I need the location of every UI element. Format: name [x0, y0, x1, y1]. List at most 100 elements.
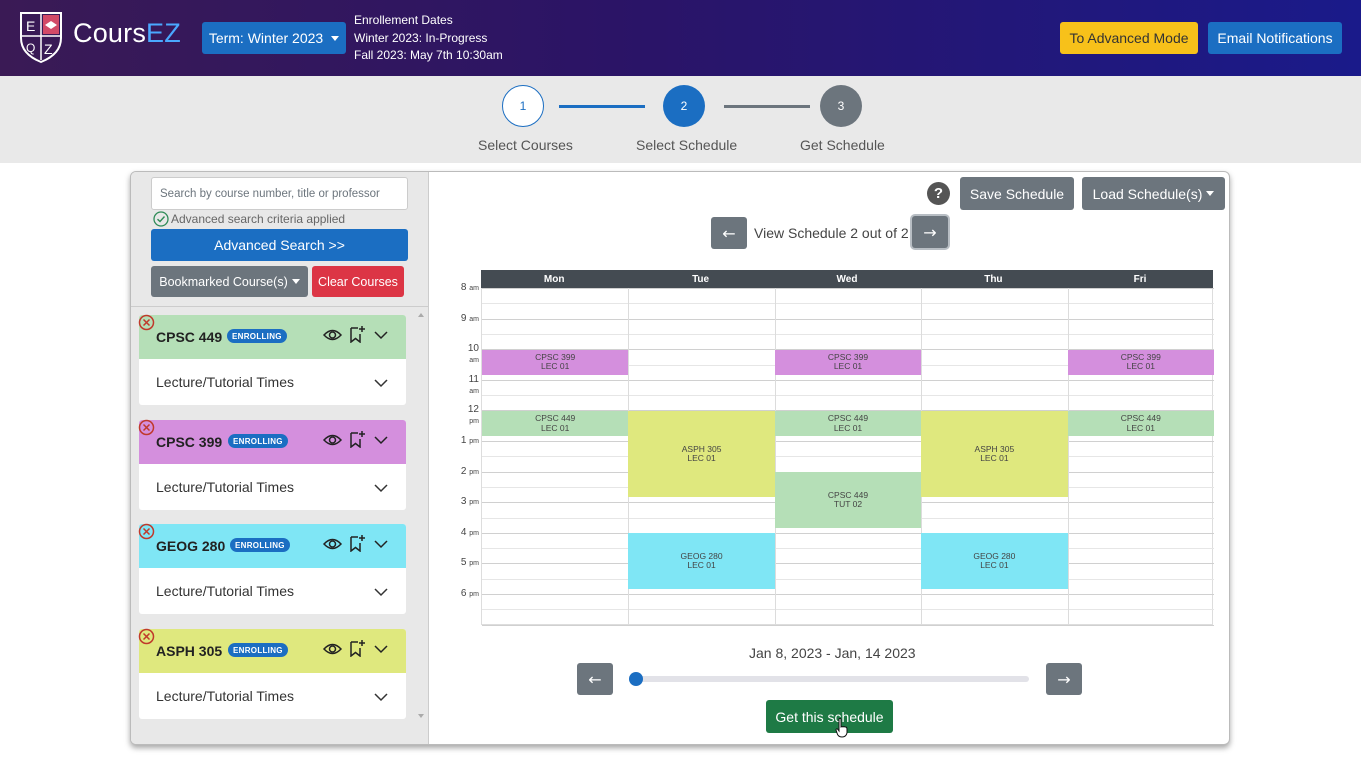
bookmark-add-icon[interactable] [349, 534, 365, 552]
schedule-event[interactable]: ASPH 305 LEC 01 [921, 410, 1068, 498]
step-1-label: Select Courses [478, 137, 573, 153]
schedule-event[interactable]: ASPH 305 LEC 01 [628, 410, 775, 498]
chevron-down-icon[interactable] [373, 643, 389, 655]
chevron-down-icon[interactable] [373, 329, 389, 341]
grid-line [482, 395, 1214, 397]
load-schedules-button[interactable]: Load Schedule(s) [1082, 177, 1225, 210]
event-section: TUT 02 [833, 499, 863, 510]
bookmark-add-icon[interactable] [349, 325, 365, 343]
week-slider-track[interactable] [629, 676, 1029, 682]
week-slider-thumb[interactable] [629, 672, 643, 686]
get-schedule-button[interactable]: Get this schedule [766, 700, 893, 733]
email-notifications-button[interactable]: Email Notifications [1208, 22, 1342, 54]
eye-icon[interactable] [323, 327, 342, 343]
clear-courses-button[interactable]: Clear Courses [312, 266, 404, 297]
schedule-event[interactable]: CPSC 399 LEC 01 [1067, 349, 1214, 376]
prev-schedule-button[interactable]: ← [711, 217, 747, 249]
step-3-circle[interactable]: 3 [820, 85, 862, 127]
lecture-times-label: Lecture/Tutorial Times [156, 583, 294, 599]
logo-letter-e: E [26, 18, 35, 34]
grid-line [482, 532, 1214, 534]
remove-course-icon[interactable] [138, 628, 155, 645]
chevron-down-icon[interactable] [373, 691, 389, 703]
remove-course-icon[interactable] [138, 419, 155, 436]
grid-column-line [774, 288, 776, 625]
remove-course-icon[interactable] [138, 314, 155, 331]
course-card: CPSC 399 ENROLLING Lecture/Tutorial Time… [138, 419, 406, 510]
schedule-event[interactable]: GEOG 280 LEC 01 [628, 533, 775, 590]
course-list-scrollbar[interactable] [415, 307, 427, 744]
scroll-up-icon[interactable] [418, 313, 424, 317]
lecture-times-label: Lecture/Tutorial Times [156, 688, 294, 704]
schedule-event[interactable]: GEOG 280 LEC 01 [921, 533, 1068, 590]
hour-number: 8 [460, 282, 467, 293]
logo-letter-z: Z [44, 41, 53, 57]
advanced-mode-button[interactable]: To Advanced Mode [1060, 22, 1198, 54]
advanced-search-button[interactable]: Advanced Search >> [151, 229, 408, 261]
grid-line [482, 288, 1214, 289]
course-card-header[interactable]: CPSC 399 ENROLLING [138, 419, 406, 464]
course-card-header[interactable]: CPSC 449 ENROLLING [138, 314, 406, 359]
lecture-times-toggle[interactable]: Lecture/Tutorial Times [139, 568, 406, 614]
lecture-times-toggle[interactable]: Lecture/Tutorial Times [139, 359, 406, 405]
event-section: LEC 01 [687, 453, 716, 464]
hour-label: 4 pm [457, 527, 479, 538]
schedule-event[interactable]: CPSC 449 LEC 01 [1067, 410, 1214, 437]
event-section: LEC 01 [980, 453, 1009, 464]
bookmarked-courses-button[interactable]: Bookmarked Course(s) [151, 266, 308, 297]
help-icon[interactable]: ? [927, 182, 950, 205]
schedule-event[interactable]: CPSC 449 LEC 01 [482, 410, 629, 437]
schedule-event[interactable]: CPSC 399 LEC 01 [482, 349, 629, 376]
hour-label: 9 am [457, 313, 479, 324]
bookmark-add-icon[interactable] [349, 430, 365, 448]
event-section: LEC 01 [980, 560, 1009, 571]
grid-line [482, 578, 1214, 580]
chevron-down-icon[interactable] [373, 586, 389, 598]
course-search-input[interactable] [151, 177, 408, 210]
course-card-header[interactable]: GEOG 280 ENROLLING [138, 523, 406, 568]
step-1-circle[interactable]: 1 [502, 85, 544, 127]
grid-line [482, 609, 1214, 611]
next-schedule-button[interactable]: → [912, 216, 948, 248]
day-header: Fri [1066, 270, 1214, 288]
hour-number: 11 [468, 373, 479, 385]
remove-course-icon[interactable] [138, 523, 155, 540]
save-schedule-button[interactable]: Save Schedule [960, 177, 1074, 210]
day-header: Wed [773, 270, 921, 288]
step-connector-1 [559, 105, 645, 108]
course-code: ASPH 305 [156, 643, 223, 659]
term-select-button[interactable]: Term: Winter 2023 [202, 22, 346, 54]
grid-line [482, 563, 1214, 565]
hand-cursor-icon [835, 718, 848, 738]
load-label: Load Schedule(s) [1092, 185, 1203, 202]
step-2-circle[interactable]: 2 [663, 85, 705, 127]
eye-icon[interactable] [323, 641, 342, 657]
hour-number: 3 [460, 496, 467, 508]
hour-label: 2 pm [457, 466, 479, 477]
chevron-down-icon[interactable] [373, 434, 389, 446]
hour-label: 6 pm [457, 588, 479, 599]
scroll-down-icon[interactable] [418, 714, 424, 718]
course-card: CPSC 449 ENROLLING Lecture/Tutorial Time… [138, 314, 406, 405]
chevron-down-icon[interactable] [373, 538, 389, 550]
eye-icon[interactable] [323, 432, 342, 448]
lecture-times-toggle[interactable]: Lecture/Tutorial Times [139, 673, 406, 719]
status-badge: ENROLLING [230, 538, 290, 552]
lecture-times-toggle[interactable]: Lecture/Tutorial Times [139, 464, 406, 510]
next-week-button[interactable]: → [1046, 663, 1082, 695]
course-code: GEOG 280 [156, 538, 226, 554]
course-card-header[interactable]: ASPH 305 ENROLLING [138, 628, 406, 673]
schedule-event[interactable]: CPSC 399 LEC 01 [774, 349, 922, 376]
eye-icon[interactable] [323, 536, 342, 552]
schedule-event[interactable]: CPSC 449 LEC 01 [774, 410, 922, 437]
schedule-event[interactable]: CPSC 449 TUT 02 [774, 472, 922, 529]
course-list: CPSC 449 ENROLLING Lecture/Tutorial Time… [131, 306, 429, 744]
chevron-down-icon[interactable] [373, 377, 389, 389]
step-3-label: Get Schedule [800, 137, 885, 153]
step-connector-2 [724, 105, 810, 108]
chevron-down-icon[interactable] [373, 482, 389, 494]
prev-week-button[interactable]: ← [577, 663, 613, 695]
caret-down-icon [291, 279, 300, 284]
bookmark-add-icon[interactable] [349, 639, 365, 657]
hour-label: 11 am [457, 374, 479, 396]
